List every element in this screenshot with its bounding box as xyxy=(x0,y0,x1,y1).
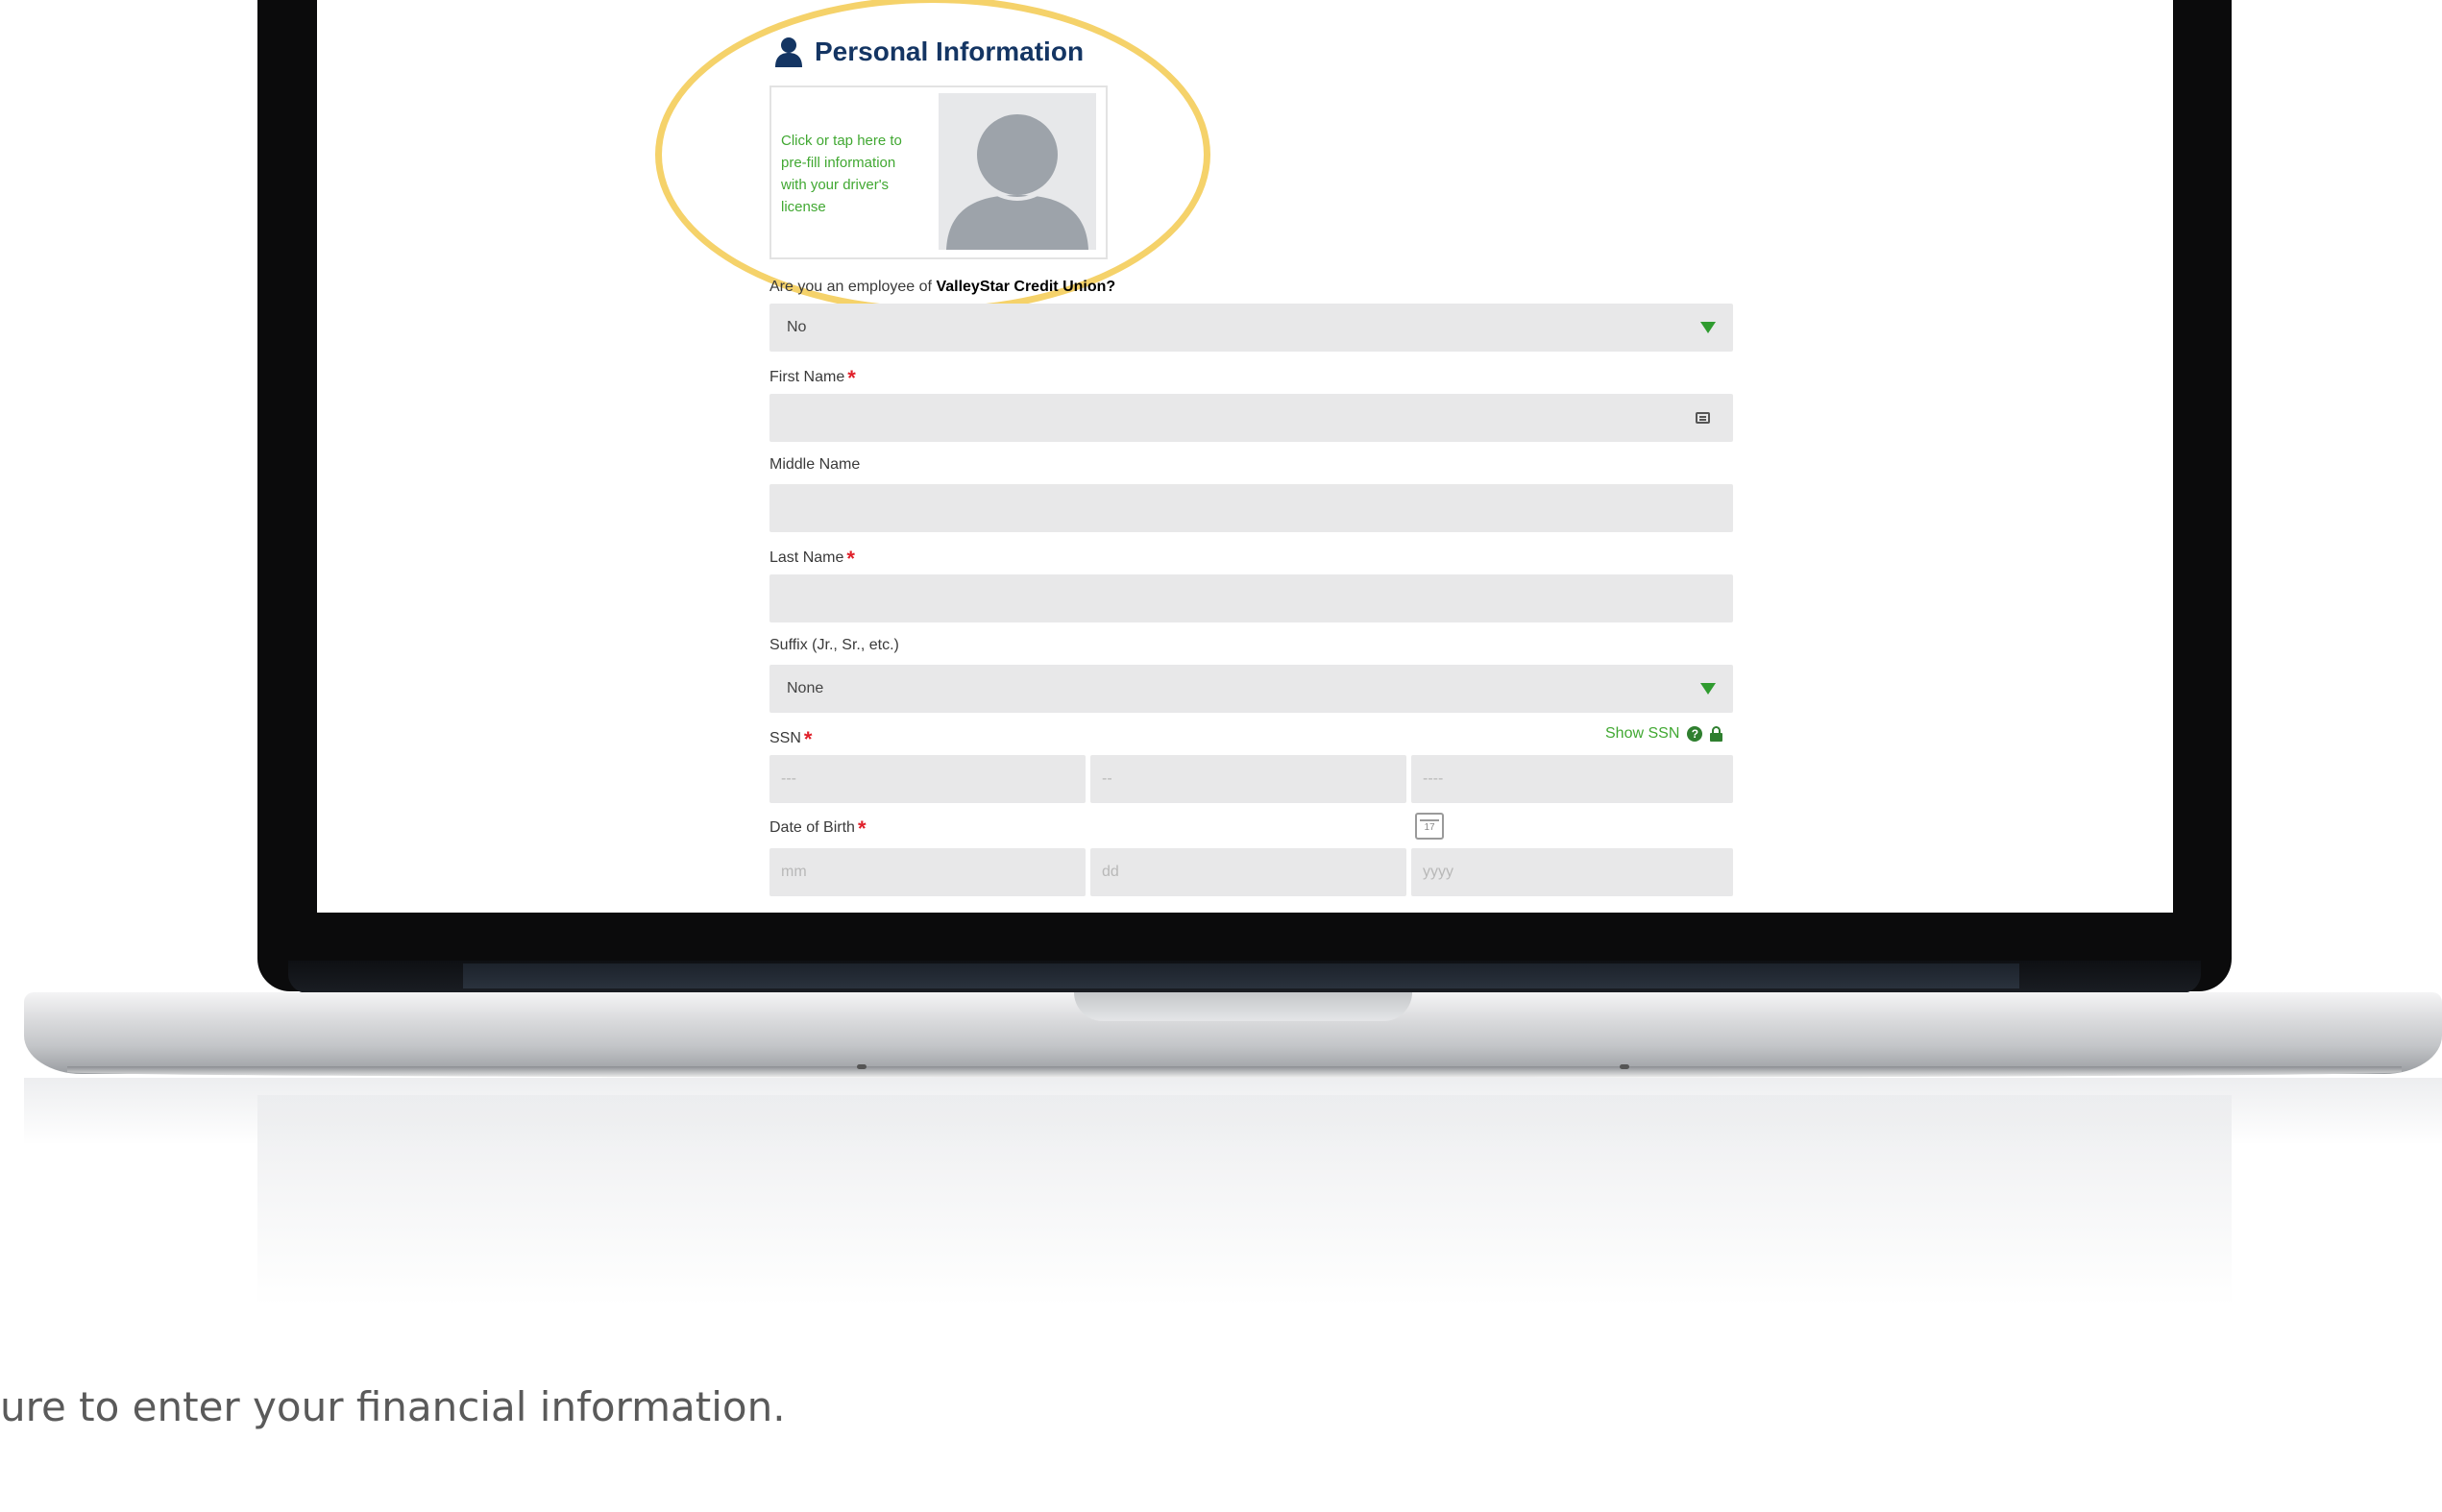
chevron-down-icon xyxy=(1700,322,1716,333)
last-name-label: Last Name * xyxy=(769,547,855,572)
ssn-part-1-input[interactable]: --- xyxy=(769,755,1086,803)
ssn-label: SSN * xyxy=(769,727,812,752)
calendar-day: 17 xyxy=(1424,822,1435,833)
show-ssn-toggle[interactable]: Show SSN ? xyxy=(1605,725,1723,743)
ssn-part-3-input[interactable]: ---- xyxy=(1411,755,1733,803)
dob-month-placeholder: mm xyxy=(781,864,807,880)
ssn-label-text: SSN xyxy=(769,730,801,746)
dob-label: Date of Birth * xyxy=(769,817,867,841)
employee-select-value: No xyxy=(787,319,807,335)
show-ssn-label: Show SSN xyxy=(1605,725,1680,742)
dob-day-placeholder: dd xyxy=(1102,864,1119,880)
ssn-part-2-placeholder: -- xyxy=(1102,770,1112,787)
dob-day-input[interactable]: dd xyxy=(1090,848,1406,896)
employee-select[interactable]: No xyxy=(769,304,1733,352)
first-name-label: First Name * xyxy=(769,366,856,391)
ssn-part-1-placeholder: --- xyxy=(781,770,796,787)
dob-label-text: Date of Birth xyxy=(769,819,855,836)
dob-month-input[interactable]: mm xyxy=(769,848,1086,896)
required-marker: * xyxy=(847,366,856,390)
laptop-base-shadow xyxy=(67,1066,2402,1078)
ssn-part-2-input[interactable]: -- xyxy=(1090,755,1406,803)
required-marker: * xyxy=(803,727,813,751)
middle-name-label: Middle Name xyxy=(769,456,861,473)
lock-icon xyxy=(1710,726,1723,742)
employee-question-text: Are you an employee of xyxy=(769,279,932,295)
middle-name-input[interactable] xyxy=(769,484,1733,532)
calendar-icon[interactable]: 17 xyxy=(1415,813,1444,840)
dob-year-placeholder: yyyy xyxy=(1423,864,1453,880)
chevron-down-icon xyxy=(1700,683,1716,695)
first-name-input[interactable] xyxy=(769,394,1733,442)
employee-question-org: ValleyStar Credit Union? xyxy=(936,279,1116,295)
last-name-label-text: Last Name xyxy=(769,549,844,566)
laptop-foot xyxy=(1620,1064,1629,1069)
laptop-base-reflection xyxy=(24,1078,2442,1145)
employee-question-label: Are you an employee of ValleyStar Credit… xyxy=(769,279,1115,296)
suffix-select-value: None xyxy=(787,680,824,696)
first-name-label-text: First Name xyxy=(769,369,845,385)
laptop-opening-notch xyxy=(1074,992,1412,1021)
required-marker: * xyxy=(846,547,855,571)
contact-card-icon[interactable] xyxy=(1696,412,1710,424)
laptop-foot xyxy=(857,1064,867,1069)
highlight-circle xyxy=(655,0,1210,313)
suffix-label: Suffix (Jr., Sr., etc.) xyxy=(769,637,899,653)
instruction-caption: ure to enter your financial information. xyxy=(0,1383,786,1430)
required-marker: * xyxy=(857,817,867,841)
suffix-select[interactable]: None xyxy=(769,665,1733,713)
last-name-input[interactable] xyxy=(769,574,1733,622)
laptop-screen: Personal Information Click or tap here t… xyxy=(317,0,2173,913)
ssn-part-3-placeholder: ---- xyxy=(1423,770,1444,787)
help-icon[interactable]: ? xyxy=(1687,726,1703,742)
dob-year-input[interactable]: yyyy xyxy=(1411,848,1733,896)
laptop-hinge xyxy=(463,963,2019,988)
